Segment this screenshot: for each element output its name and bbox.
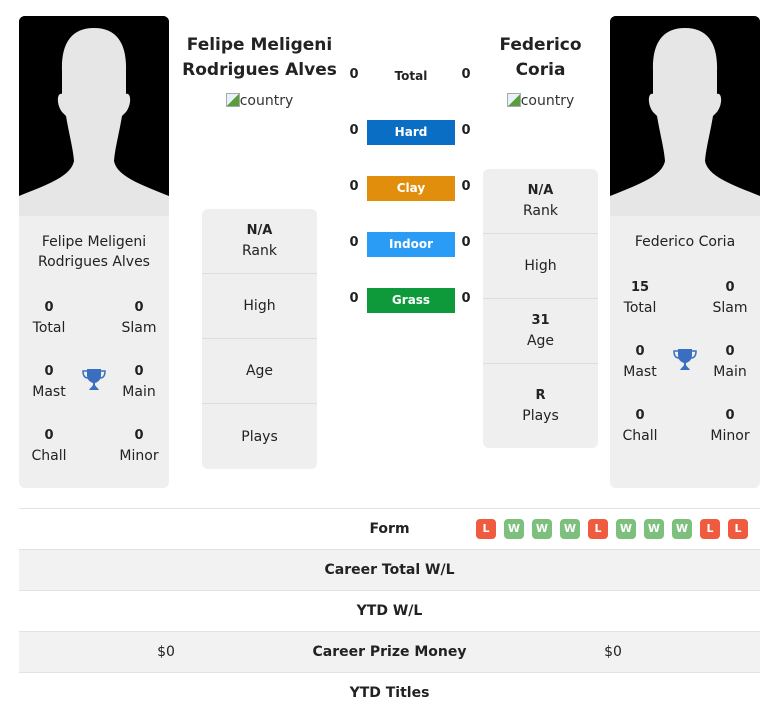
player2-card: Federico Coria 15 Total 0 Slam 0 Mast 0 Main…: [610, 216, 760, 488]
player2-total: 15 Total: [623, 280, 657, 316]
h2h-indoor-left: 0: [349, 235, 359, 250]
form-badge-loss: L: [700, 519, 720, 539]
player1-info-panel: N/A Rank High Age Plays: [202, 209, 317, 469]
player2-minor: 0 Minor: [710, 408, 750, 444]
player2-country-flag: country: [470, 93, 611, 109]
form-badge-loss: L: [728, 519, 748, 539]
player1-card: Felipe Meligeni Rodrigues Alves 0 Total 0…: [19, 216, 169, 488]
ytd-wl-label: YTD W/L: [356, 603, 423, 619]
player2-chall: 0 Chall: [622, 408, 658, 444]
ytd-titles-row: YTD Titles: [19, 672, 760, 713]
player1-card-name: Felipe Meligeni Rodrigues Alves: [38, 234, 150, 270]
h2h-clay-right: 0: [461, 179, 471, 194]
player-silhouette-icon: [19, 16, 169, 216]
surface-hard-button[interactable]: Hard: [367, 120, 455, 145]
player2-rank: N/A Rank: [483, 169, 598, 234]
form-badge-win: W: [532, 519, 552, 539]
h2h-hard-left: 0: [349, 123, 359, 138]
form-badge-loss: L: [476, 519, 496, 539]
player1-rank: N/A Rank: [202, 209, 317, 274]
player1-slam: 0 Slam: [121, 300, 157, 336]
career-total-wl-row: Career Total W/L: [19, 549, 760, 590]
surface-clay-button[interactable]: Clay: [367, 176, 455, 201]
form-badges: LWWWLWWWLL: [476, 519, 748, 539]
player2-plays: R Plays: [522, 388, 559, 424]
h2h-total-left: 0: [349, 67, 359, 82]
player2-high: High: [483, 234, 598, 299]
h2h-indoor-right: 0: [461, 235, 471, 250]
form-badge-win: W: [504, 519, 524, 539]
form-badge-win: W: [560, 519, 580, 539]
player2-card-name: Federico Coria: [634, 234, 736, 250]
player1-country-flag: country: [182, 93, 337, 109]
career-prize-money-row: $0 Career Prize Money $0: [19, 631, 760, 672]
player-silhouette-icon: [610, 16, 760, 216]
player1-minor: 0 Minor: [119, 428, 159, 464]
form-badge-win: W: [616, 519, 636, 539]
player2-slam: 0 Slam: [712, 280, 748, 316]
player1-name[interactable]: Felipe Meligeni Rodrigues Alves: [182, 33, 337, 83]
form-row: Form LWWWLWWWLL: [19, 508, 760, 549]
career-total-wl-label: Career Total W/L: [324, 562, 455, 578]
h2h-grass-left: 0: [349, 291, 359, 306]
broken-image-icon: [225, 93, 240, 107]
player1-main: 0 Main: [122, 364, 156, 400]
player1-plays: Plays: [241, 428, 278, 445]
player1-age: Age: [202, 339, 317, 404]
ytd-titles-label: YTD Titles: [349, 685, 430, 701]
player1-high: High: [202, 274, 317, 339]
broken-image-icon: [506, 93, 521, 107]
player2-name[interactable]: Federico Coria: [470, 33, 611, 83]
surface-grass-button[interactable]: Grass: [367, 288, 455, 313]
surface-indoor-button[interactable]: Indoor: [367, 232, 455, 257]
player1-mast: 0 Mast: [32, 364, 66, 400]
form-badge-win: W: [672, 519, 692, 539]
player1-total: 0 Total: [32, 300, 66, 336]
form-badge-win: W: [644, 519, 664, 539]
trophy-icon: [81, 366, 107, 392]
player2-info-panel: N/A Rank High 31 Age R Plays: [483, 169, 598, 448]
player2-main: 0 Main: [713, 344, 747, 380]
career-prize-money-right: $0: [604, 644, 622, 660]
trophy-icon: [672, 346, 698, 372]
h2h-grass-right: 0: [461, 291, 471, 306]
h2h-hard-right: 0: [461, 123, 471, 138]
form-badge-loss: L: [588, 519, 608, 539]
h2h-clay-left: 0: [349, 179, 359, 194]
player1-photo: [19, 16, 169, 216]
player2-photo: [610, 16, 760, 216]
h2h-total-label: Total: [394, 69, 428, 83]
player1-chall: 0 Chall: [31, 428, 67, 464]
ytd-wl-row: YTD W/L: [19, 590, 760, 631]
player2-mast: 0 Mast: [623, 344, 657, 380]
player2-age: 31 Age: [483, 299, 598, 364]
